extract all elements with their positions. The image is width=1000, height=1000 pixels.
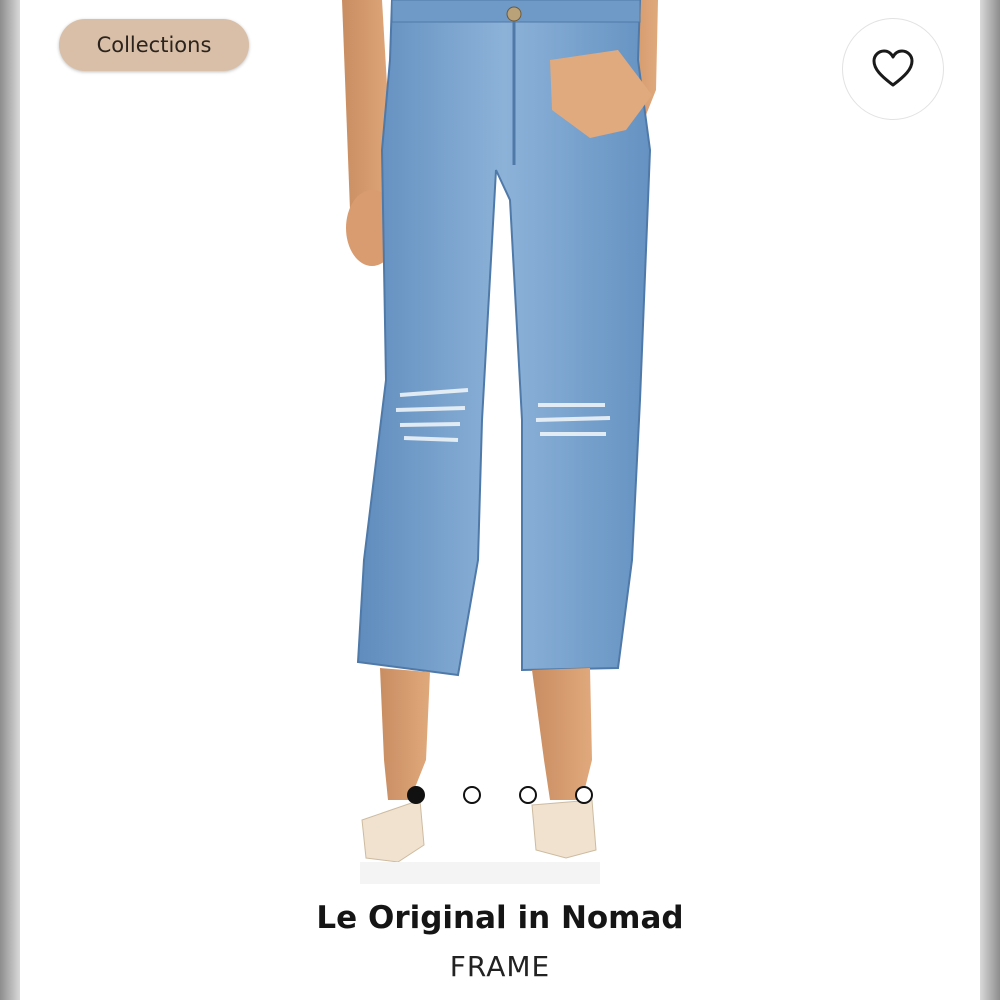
carousel-dots bbox=[407, 786, 597, 806]
product-image[interactable] bbox=[300, 0, 700, 890]
carousel-dot-2[interactable] bbox=[463, 786, 481, 804]
brand-name[interactable]: FRAME bbox=[0, 950, 1000, 983]
collections-button[interactable]: Collections bbox=[59, 19, 249, 71]
carousel-dot-4[interactable] bbox=[575, 786, 593, 804]
right-edge-shade bbox=[980, 0, 1000, 1000]
product-detail-screen: Collections Le Original in Nomad FRAME bbox=[0, 0, 1000, 1000]
favorite-button[interactable] bbox=[842, 18, 944, 120]
product-name: Le Original in Nomad bbox=[316, 900, 684, 936]
carousel-dot-1[interactable] bbox=[407, 786, 425, 804]
left-edge-shade bbox=[0, 0, 20, 1000]
carousel-dot-3[interactable] bbox=[519, 786, 537, 804]
heart-outline-icon bbox=[872, 49, 914, 87]
